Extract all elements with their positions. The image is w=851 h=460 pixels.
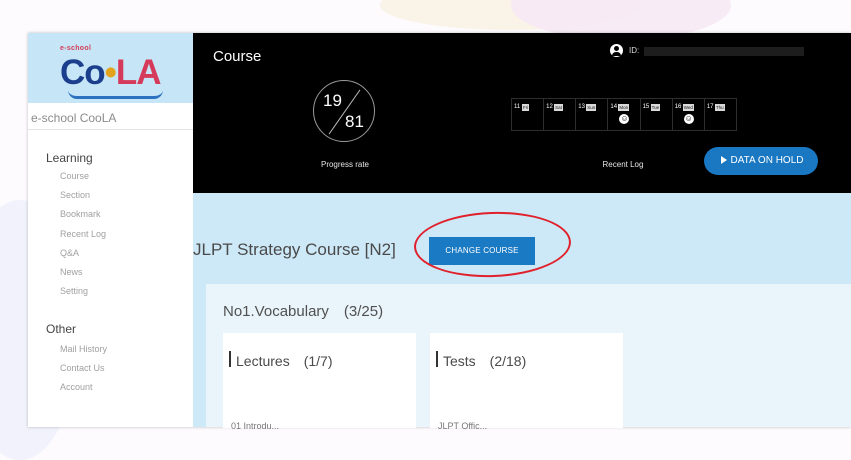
sidebar-item-account[interactable]: Account — [60, 382, 93, 392]
log-day-number: 13 — [578, 104, 585, 110]
log-day: 17 Thu — [705, 99, 736, 130]
log-day-weekday: Tue — [650, 104, 661, 111]
log-day-weekday: Sat — [554, 104, 563, 111]
sidebar-item-setting[interactable]: Setting — [60, 286, 88, 296]
log-day-number: 11 — [514, 104, 521, 110]
sidebar-item-section[interactable]: Section — [60, 190, 90, 200]
sidebar-item-mail-history[interactable]: Mail History — [60, 344, 107, 354]
user-icon — [610, 44, 623, 57]
sidebar-item-course[interactable]: Course — [60, 171, 89, 181]
card-title: Tests (2/18) — [443, 353, 527, 369]
logo-tagline: e-school — [60, 45, 92, 52]
sidebar-item-news[interactable]: News — [60, 267, 83, 277]
log-day: 14 Mon ☺ — [608, 99, 641, 130]
log-day-number: 14 — [610, 104, 618, 110]
smiley-face-icon: ☺ — [683, 114, 694, 124]
progress-ring: 19 81 — [313, 80, 375, 142]
site-name: e-school CooLA — [31, 111, 117, 125]
logo-swoosh-icon — [68, 90, 163, 99]
other-section-title: Other — [46, 322, 77, 336]
sidebar-item-bookmark[interactable]: Bookmark — [60, 209, 101, 219]
data-on-hold-button[interactable]: DATA ON HOLD — [704, 147, 818, 175]
logo-wordmark: Co•LA — [60, 53, 162, 93]
divider — [28, 129, 193, 130]
user-id-label: ID: — [629, 46, 640, 55]
progress-label: Progress rate — [320, 160, 370, 169]
logo-dot-icon: • — [104, 53, 117, 92]
logo-text-right: LA — [115, 53, 162, 92]
learning-section-title: Learning — [46, 151, 93, 165]
card-accent-bar — [229, 351, 231, 367]
course-title: JLPT Strategy Course [N2] — [193, 240, 396, 259]
card-title: Lectures (1/7) — [236, 353, 333, 369]
card-accent-bar — [436, 351, 438, 367]
user-id-value — [644, 47, 804, 56]
sidebar: e-school Co•LA e-school CooLA Learning C… — [28, 33, 194, 427]
card-item[interactable]: JLPT Offic... — [438, 421, 487, 431]
log-day-weekday: Thu — [714, 104, 725, 111]
page-title: Course — [213, 48, 262, 65]
log-day-weekday: Fri — [522, 104, 530, 111]
log-day-weekday: Mon — [618, 104, 630, 111]
log-day-number: 15 — [642, 104, 650, 110]
card-item[interactable]: 01 Introdu... — [231, 421, 279, 431]
log-day-weekday: Wed — [682, 104, 694, 111]
sidebar-item-recent-log[interactable]: Recent Log — [60, 229, 106, 239]
log-day-weekday: Sun — [586, 104, 597, 111]
progress-done: 19 — [323, 91, 342, 110]
log-day-number: 17 — [706, 104, 714, 110]
log-day: 12 Sat — [544, 99, 577, 130]
recent-log-calendar[interactable]: 11 Fri 12 Sat 13 Sun 14 Mon ☺ 15 Tue 16 Wed ☺ 17 Thu — [511, 98, 737, 131]
sidebar-item-contact-us[interactable]: Contact Us — [60, 363, 105, 373]
play-icon — [720, 156, 727, 164]
progress-total: 81 — [345, 112, 364, 131]
data-on-hold-label: DATA ON HOLD — [730, 155, 804, 166]
tests-card[interactable]: Tests (2/18) JLPT Offic... — [430, 333, 623, 431]
log-day: 13 Sun — [576, 99, 609, 130]
logo-text-left: Co — [60, 53, 106, 92]
section-heading: No1.Vocabulary (3/25) — [223, 303, 384, 320]
log-day: 16 Wed ☺ — [673, 99, 705, 130]
recent-log-label: Recent Log — [602, 160, 644, 169]
logo[interactable]: e-school Co•LA — [28, 33, 193, 103]
log-day: 15 Tue — [641, 99, 673, 130]
lectures-card[interactable]: Lectures (1/7) 01 Introdu... — [223, 333, 416, 431]
log-day: 11 Fri — [512, 99, 545, 130]
sidebar-item-qa[interactable]: Q&A — [60, 248, 79, 258]
log-day-number: 16 — [674, 104, 682, 110]
smiley-face-icon: ☺ — [619, 114, 630, 124]
log-day-number: 12 — [546, 104, 553, 110]
